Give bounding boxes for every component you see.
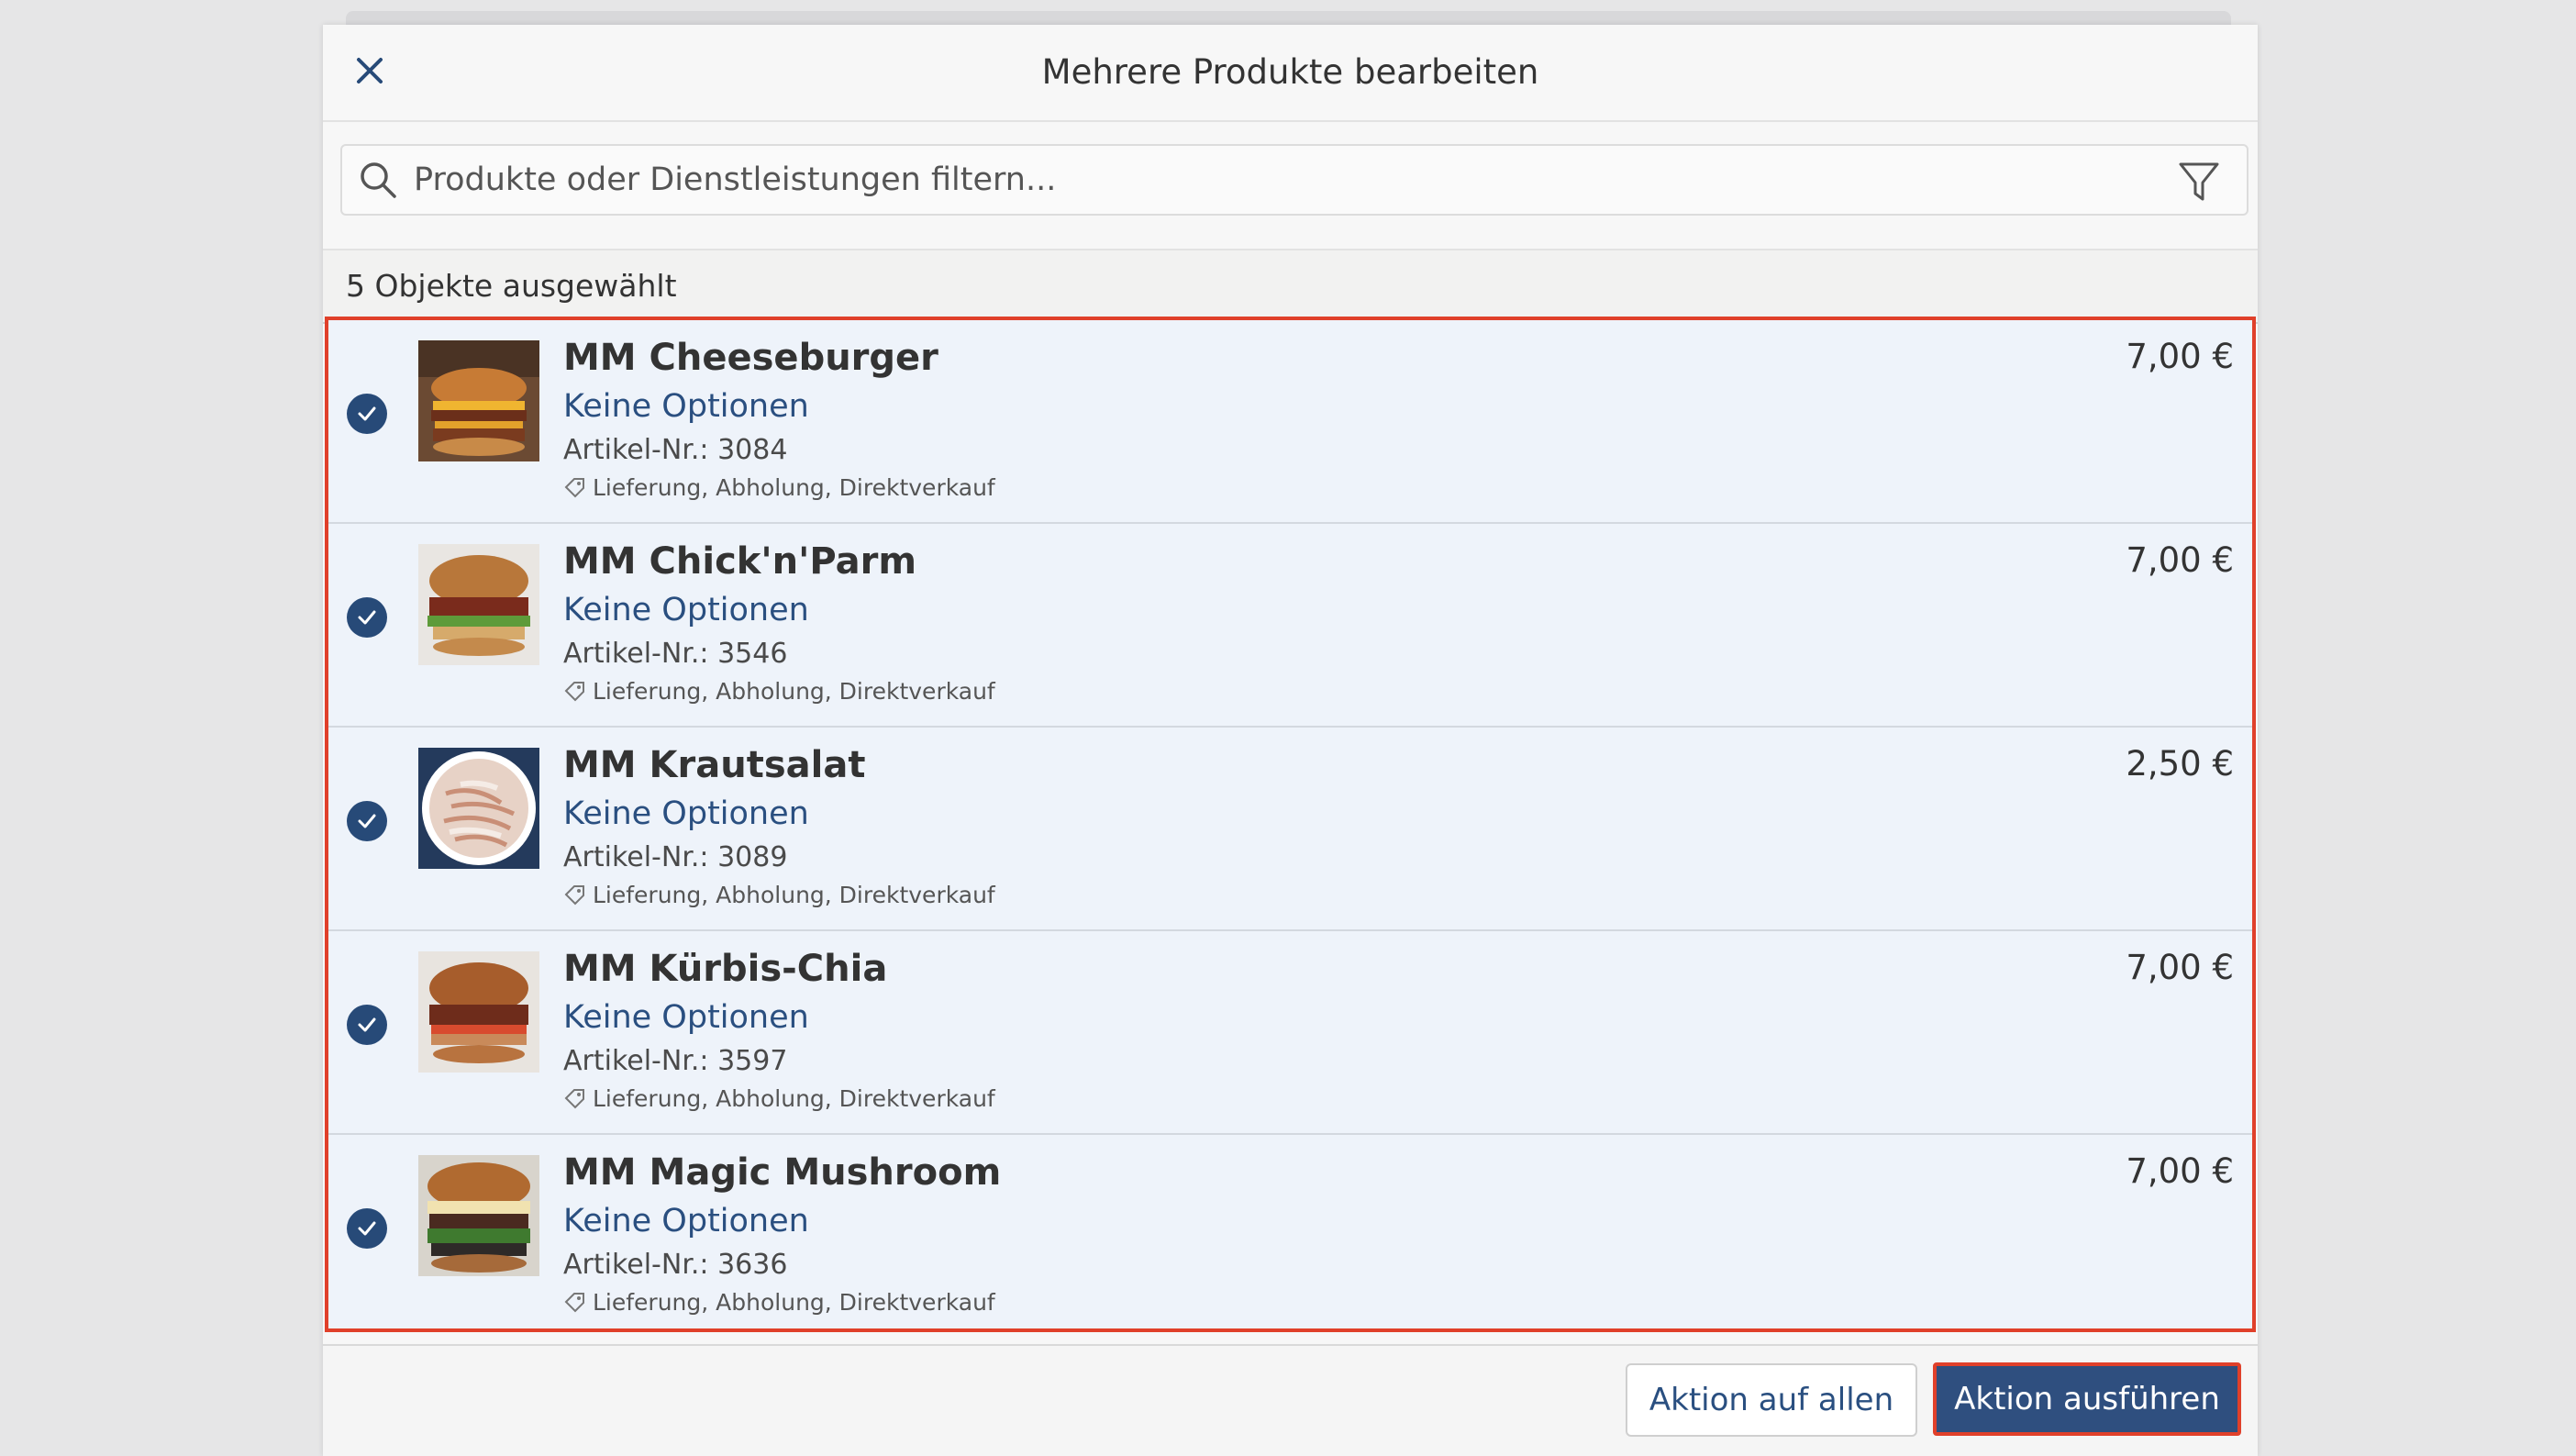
product-name: MM Kürbis-Chia [563, 948, 888, 990]
product-options: Keine Optionen [563, 388, 809, 425]
check-circle-icon[interactable] [347, 394, 387, 434]
product-price: 7,00 € [2126, 337, 2234, 376]
product-channels-text: Lieferung, Abholung, Direktverkauf [593, 882, 995, 908]
dialog-header: Mehrere Produkte bearbeiten [323, 25, 2258, 122]
product-channels-text: Lieferung, Abholung, Direktverkauf [593, 678, 995, 705]
product-price: 7,00 € [2126, 948, 2234, 987]
filter-button[interactable] [2171, 155, 2227, 212]
product-article-number: Artikel-Nr.: 3636 [563, 1249, 788, 1281]
product-options: Keine Optionen [563, 1203, 809, 1239]
product-row[interactable]: MM Cheeseburger Keine Optionen Artikel-N… [328, 320, 2252, 524]
product-name: MM Krautsalat [563, 744, 866, 786]
action-on-all-button[interactable]: Aktion auf allen [1626, 1363, 1917, 1437]
selected-count: 5 Objekte ausgewählt [346, 268, 677, 304]
product-options: Keine Optionen [563, 592, 809, 628]
tag-icon [563, 1087, 587, 1111]
product-price: 7,00 € [2126, 1151, 2234, 1191]
selection-summary: 5 Objekte ausgewählt [323, 250, 2258, 324]
product-list: MM Cheeseburger Keine Optionen Artikel-N… [325, 317, 2256, 1332]
execute-action-button[interactable]: Aktion ausführen [1933, 1362, 2241, 1436]
product-options: Keine Optionen [563, 795, 809, 832]
product-channels: Lieferung, Abholung, Direktverkauf [563, 882, 995, 908]
product-channels: Lieferung, Abholung, Direktverkauf [563, 1085, 995, 1112]
check-circle-icon[interactable] [347, 1005, 387, 1045]
product-name: MM Magic Mushroom [563, 1151, 1002, 1194]
dialog-footer: Aktion auf allen Aktion ausführen [323, 1344, 2258, 1456]
tag-icon [563, 476, 587, 500]
product-row[interactable]: MM Kürbis-Chia Keine Optionen Artikel-Nr… [328, 931, 2252, 1135]
product-article-number: Artikel-Nr.: 3546 [563, 638, 788, 670]
product-name: MM Chick'n'Parm [563, 540, 916, 583]
product-row[interactable]: MM Krautsalat Keine Optionen Artikel-Nr.… [328, 728, 2252, 931]
product-image [418, 340, 539, 461]
product-price: 2,50 € [2126, 744, 2234, 784]
check-circle-icon[interactable] [347, 597, 387, 638]
product-channels: Lieferung, Abholung, Direktverkauf [563, 474, 995, 501]
product-image [418, 748, 539, 869]
check-circle-icon[interactable] [347, 801, 387, 841]
product-channels: Lieferung, Abholung, Direktverkauf [563, 1289, 995, 1316]
product-image [418, 544, 539, 665]
product-channels-text: Lieferung, Abholung, Direktverkauf [593, 1289, 995, 1316]
dialog-title: Mehrere Produkte bearbeiten [1041, 52, 1539, 92]
search-input[interactable] [412, 151, 2204, 208]
product-channels: Lieferung, Abholung, Direktverkauf [563, 678, 995, 705]
product-image [418, 1155, 539, 1276]
product-row[interactable]: MM Magic Mushroom Keine Optionen Artikel… [328, 1135, 2252, 1328]
tag-icon [563, 1291, 587, 1315]
product-channels-text: Lieferung, Abholung, Direktverkauf [593, 474, 995, 501]
product-name: MM Cheeseburger [563, 337, 938, 379]
search-bar [323, 122, 2258, 250]
filter-icon [2176, 159, 2222, 208]
check-circle-icon[interactable] [347, 1208, 387, 1249]
product-options: Keine Optionen [563, 999, 809, 1036]
product-article-number: Artikel-Nr.: 3089 [563, 841, 788, 873]
tag-icon [563, 680, 587, 704]
product-image [418, 951, 539, 1073]
product-channels-text: Lieferung, Abholung, Direktverkauf [593, 1085, 995, 1112]
search-icon [355, 157, 401, 203]
product-article-number: Artikel-Nr.: 3597 [563, 1045, 788, 1077]
product-article-number: Artikel-Nr.: 3084 [563, 434, 788, 466]
search-field[interactable] [340, 144, 2248, 216]
product-price: 7,00 € [2126, 540, 2234, 580]
tag-icon [563, 884, 587, 907]
product-row[interactable]: MM Chick'n'Parm Keine Optionen Artikel-N… [328, 524, 2252, 728]
edit-multiple-products-dialog: Mehrere Produkte bearbeiten 5 Objekte au… [323, 25, 2258, 1456]
